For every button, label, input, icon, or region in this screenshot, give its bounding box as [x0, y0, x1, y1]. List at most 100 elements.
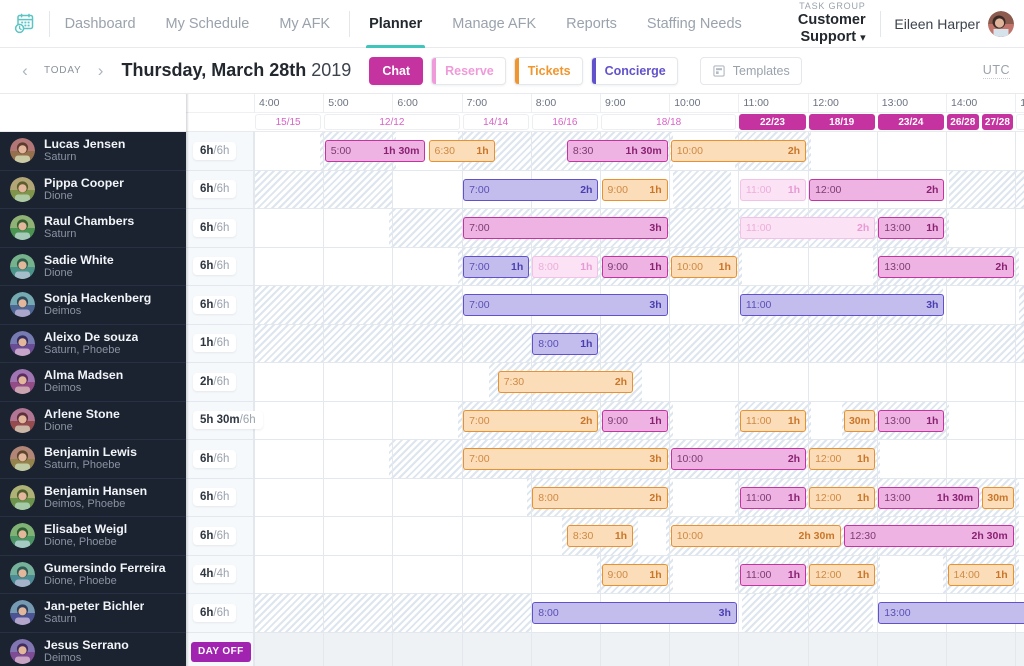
day-off-badge[interactable]: DAY OFF	[191, 641, 251, 662]
available-slot[interactable]	[949, 401, 1024, 439]
shift-block-tickets[interactable]: 12:00 1h	[809, 486, 876, 509]
shift-block-chat[interactable]: 13:00 2h	[878, 255, 1014, 278]
schedule-row[interactable]: 5:00 1h 30m 6:30 1h 8:30 1h 30m 10:00 2h 6h/6h	[186, 132, 1024, 171]
shift-block-chat[interactable]: 12:30 2h 30m	[843, 525, 1014, 547]
staffing-cell[interactable]: 28/28	[1016, 114, 1024, 130]
available-slot[interactable]	[254, 363, 490, 401]
shift-block-concierge[interactable]: 8:00 3h	[532, 602, 737, 624]
available-slot[interactable]	[254, 401, 459, 439]
shift-block-tickets[interactable]: 8:30 1h	[566, 525, 634, 547]
shift-block-tickets[interactable]: 30m	[982, 486, 1014, 509]
shift-block-tickets[interactable]: 10:00 2h 30m	[670, 525, 841, 547]
schedule-row[interactable]: 7:00 2h 9:00 1h 11:00 1h 12:00 2h 6h/6h	[186, 170, 1024, 209]
schedule-grid[interactable]: 4:00 5:00 6:00 7:00 8:00 9:00 10:00 11:00 12:00 1…	[186, 94, 1024, 666]
available-slot[interactable]	[254, 132, 320, 170]
available-slot[interactable]	[880, 440, 1024, 478]
agent-row[interactable]: Jesus Serrano Deimos	[0, 633, 186, 666]
available-slot[interactable]	[1018, 478, 1024, 516]
shift-block-tickets[interactable]: 12:00 1h	[809, 563, 876, 586]
shift-block-concierge[interactable]: 7:00 3h	[463, 294, 668, 316]
nav-item-staffing-needs[interactable]: Staffing Needs	[632, 0, 757, 48]
staffing-cell[interactable]: 27/28	[981, 114, 1014, 130]
schedule-row[interactable]: 7:00 3h 10:00 2h 12:00 1h 6h/6h	[186, 440, 1024, 479]
prev-day-button[interactable]: ‹	[14, 59, 36, 83]
shift-block-tickets[interactable]: 7:00 2h	[463, 409, 599, 432]
shift-block-reserve[interactable]: 11:00 2h	[739, 217, 876, 239]
available-slot[interactable]	[254, 555, 597, 593]
schedule-row[interactable]: 7:00 2h 9:00 1h 11:00 1h 30m 13:00 1h 5h 30m/6h	[186, 401, 1024, 440]
schedule-row[interactable]: 9:00 1h 11:00 1h 12:00 1h 14:00 1h 4h/4h	[186, 555, 1024, 594]
task-group-selector[interactable]: TASK GROUP Customer Support ▾	[757, 0, 880, 47]
available-slot[interactable]	[672, 478, 735, 516]
shift-block-chat[interactable]: 10:00 2h	[670, 448, 807, 470]
shift-block-concierge[interactable]: 7:00 2h	[463, 178, 599, 201]
timezone-selector[interactable]: UTC	[982, 63, 1010, 79]
agent-row[interactable]: Jan-peter Bichler Saturn	[0, 594, 186, 633]
staffing-cell[interactable]: 18/19	[808, 114, 875, 130]
available-slot[interactable]	[254, 209, 389, 247]
templates-button[interactable]: Templates	[699, 56, 802, 85]
staffing-cell[interactable]: 12/12	[324, 114, 460, 130]
agent-row[interactable]: Alma Madsen Deimos	[0, 363, 186, 402]
available-slot[interactable]	[1018, 517, 1024, 555]
agent-row[interactable]: Benjamin Lewis Saturn, Phoebe	[0, 440, 186, 479]
shift-block-chat[interactable]: 13:00 1h	[878, 409, 945, 432]
schedule-row[interactable]: 8:00 3h 13:003h 6h/6h	[186, 594, 1024, 633]
available-slot[interactable]	[811, 132, 1024, 170]
shift-block-concierge[interactable]: 11:00 3h	[739, 294, 945, 316]
schedule-row[interactable]: 7:00 3h 11:00 2h 13:00 1h 6h/6h	[186, 209, 1024, 248]
schedule-row[interactable]: 8:00 1h 1h/6h	[186, 324, 1024, 363]
shift-block-chat[interactable]: 13:00 1h 30m	[878, 486, 980, 509]
available-slot[interactable]	[254, 247, 459, 285]
agent-row[interactable]: Aleixo De souza Saturn, Phoebe	[0, 325, 186, 363]
nav-item-dashboard[interactable]: Dashboard	[50, 0, 151, 48]
shift-block-tickets[interactable]: 11:00 1h	[739, 409, 807, 432]
next-day-button[interactable]: ›	[90, 59, 112, 83]
staffing-cell[interactable]: 22/23	[739, 114, 806, 130]
agent-row[interactable]: Sonja Hackenberg Deimos	[0, 286, 186, 325]
shift-block-chat[interactable]: 11:00 1h	[739, 486, 807, 509]
app-logo[interactable]	[0, 12, 49, 36]
available-slot[interactable]	[254, 440, 389, 478]
schedule-row[interactable]: 7:30 2h 2h/6h	[186, 363, 1024, 402]
shift-block-tickets[interactable]: 8:00 2h	[532, 486, 668, 509]
staffing-cell[interactable]: 16/16	[531, 114, 598, 130]
schedule-row[interactable]: 7:00 1h 8:00 1h 9:00 1h 10:00 1h 13:00 2h 6h/6h	[186, 247, 1024, 286]
available-slot[interactable]	[672, 401, 735, 439]
shift-block-chat[interactable]: 8:30 1h 30m	[566, 140, 668, 162]
available-slot[interactable]	[1018, 247, 1024, 285]
shift-block-chat[interactable]: 13:00 1h	[878, 217, 945, 239]
agent-row[interactable]: Pippa Cooper Dione	[0, 171, 186, 209]
shift-block-tickets[interactable]: 10:00 2h	[670, 140, 807, 162]
available-slot[interactable]	[638, 517, 666, 555]
agent-row[interactable]: Lucas Jensen Saturn	[0, 132, 186, 171]
nav-item-planner[interactable]: Planner	[354, 0, 437, 48]
staffing-cell[interactable]: 18/18	[601, 114, 737, 130]
agent-row[interactable]: Elisabet Weigl Dione, Phoebe	[0, 517, 186, 556]
shift-block-reserve[interactable]: 11:00 1h	[739, 178, 807, 201]
schedule-row[interactable]: DAY OFF	[186, 632, 1024, 666]
shift-block-tickets[interactable]: 30m	[843, 409, 876, 432]
available-slot[interactable]	[1018, 555, 1024, 593]
available-slot[interactable]	[949, 209, 1024, 247]
agent-row[interactable]: Gumersindo Ferreira Dione, Phoebe	[0, 556, 186, 594]
schedule-row[interactable]: 7:00 3h 11:00 3h 6h/6h	[186, 286, 1024, 325]
available-slot[interactable]	[811, 401, 843, 439]
staffing-cell[interactable]: 26/28	[947, 114, 979, 130]
shift-block-concierge[interactable]: 13:003h	[878, 602, 1024, 624]
filter-button-chat[interactable]: Chat	[369, 56, 424, 85]
shift-block-tickets[interactable]: 9:00 1h	[601, 563, 668, 586]
shift-block-chat[interactable]: 7:00 3h	[463, 217, 668, 239]
staffing-cell[interactable]: 15/15	[255, 114, 322, 130]
shift-block-tickets[interactable]: 9:00 1h	[601, 178, 668, 201]
nav-item-my-afk[interactable]: My AFK	[264, 0, 345, 48]
today-button[interactable]: TODAY	[36, 65, 90, 76]
shift-block-chat[interactable]: 9:00 1h	[601, 255, 668, 278]
available-slot[interactable]	[942, 286, 1019, 324]
agent-row[interactable]: Sadie White Dione	[0, 248, 186, 286]
available-slot[interactable]	[254, 478, 528, 516]
nav-item-reports[interactable]: Reports	[551, 0, 632, 48]
shift-block-chat[interactable]: 12:00 2h	[809, 178, 945, 201]
available-slot[interactable]	[672, 555, 735, 593]
shift-block-concierge[interactable]: 8:00 1h	[532, 332, 599, 355]
